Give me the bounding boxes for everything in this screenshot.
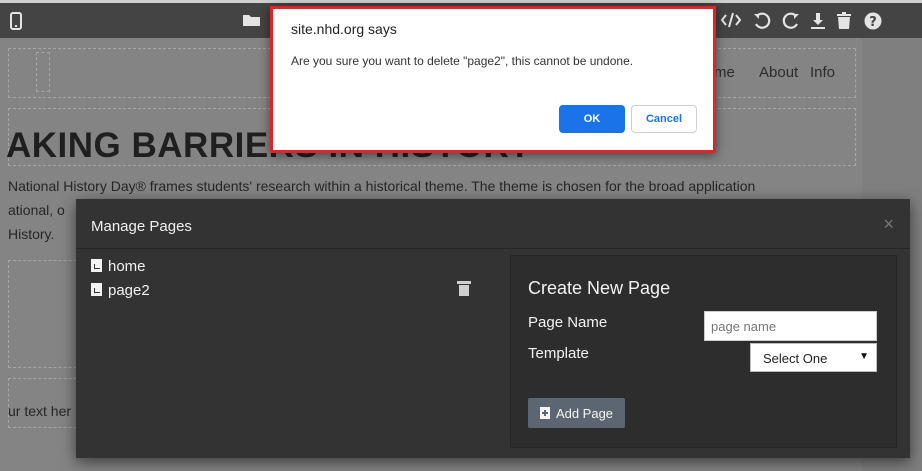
body-text-line-3: History. xyxy=(8,226,55,242)
page-name-input[interactable] xyxy=(704,311,877,341)
placeholder-text: ur text her xyxy=(8,403,72,419)
nav-link-home[interactable]: me xyxy=(714,64,735,81)
nav-link-about[interactable]: About xyxy=(759,64,798,81)
dialog-title: site.nhd.org says xyxy=(291,21,397,37)
mobile-device-icon[interactable] xyxy=(10,12,22,35)
manage-pages-modal: Manage Pages × home page2 Create New Pag… xyxy=(76,199,910,458)
body-text-line-2: ational, o xyxy=(8,202,65,218)
trash-icon[interactable] xyxy=(837,12,851,35)
header-column-outline xyxy=(36,52,50,92)
svg-text:?: ? xyxy=(869,15,877,30)
nav-link-info[interactable]: Info xyxy=(810,64,835,81)
delete-confirm-dialog: site.nhd.org says Are you sure you want … xyxy=(270,6,716,153)
cancel-button[interactable]: Cancel xyxy=(631,105,697,133)
add-page-button[interactable]: Add Page xyxy=(528,398,625,428)
page-list-item-label: page2 xyxy=(108,282,150,299)
template-select-value: Select One xyxy=(763,351,828,366)
file-code-icon xyxy=(91,259,102,272)
add-page-label: Add Page xyxy=(555,405,614,421)
dropdown-arrow-icon: ▼ xyxy=(859,351,869,362)
dialog-message: Are you sure you want to delete "page2",… xyxy=(291,54,634,68)
create-page-panel: Create New Page Page Name Template Selec… xyxy=(510,255,897,448)
folder-icon[interactable] xyxy=(243,12,261,32)
undo-icon[interactable] xyxy=(753,12,771,35)
template-label: Template xyxy=(528,345,589,362)
page-list-item-label: home xyxy=(108,258,146,275)
page-name-label: Page Name xyxy=(528,314,608,331)
body-text-line-1: National History Day® frames students' r… xyxy=(8,178,756,194)
ok-button[interactable]: OK xyxy=(559,105,625,133)
file-code-icon xyxy=(91,283,102,296)
delete-page-trash-icon[interactable] xyxy=(457,281,471,296)
close-icon[interactable]: × xyxy=(883,214,894,235)
template-select[interactable]: Select One ▼ xyxy=(750,343,877,372)
modal-title: Manage Pages xyxy=(91,218,192,235)
file-plus-icon xyxy=(539,406,550,419)
page-list-item-page2[interactable]: page2 xyxy=(91,282,150,299)
page-list-item-home[interactable]: home xyxy=(91,258,146,275)
create-page-heading: Create New Page xyxy=(528,278,671,298)
redo-icon[interactable] xyxy=(782,12,800,35)
download-icon[interactable] xyxy=(810,12,826,35)
code-icon[interactable] xyxy=(720,12,742,33)
modal-header: Manage Pages × xyxy=(76,199,910,249)
help-icon[interactable]: ? xyxy=(864,12,882,35)
